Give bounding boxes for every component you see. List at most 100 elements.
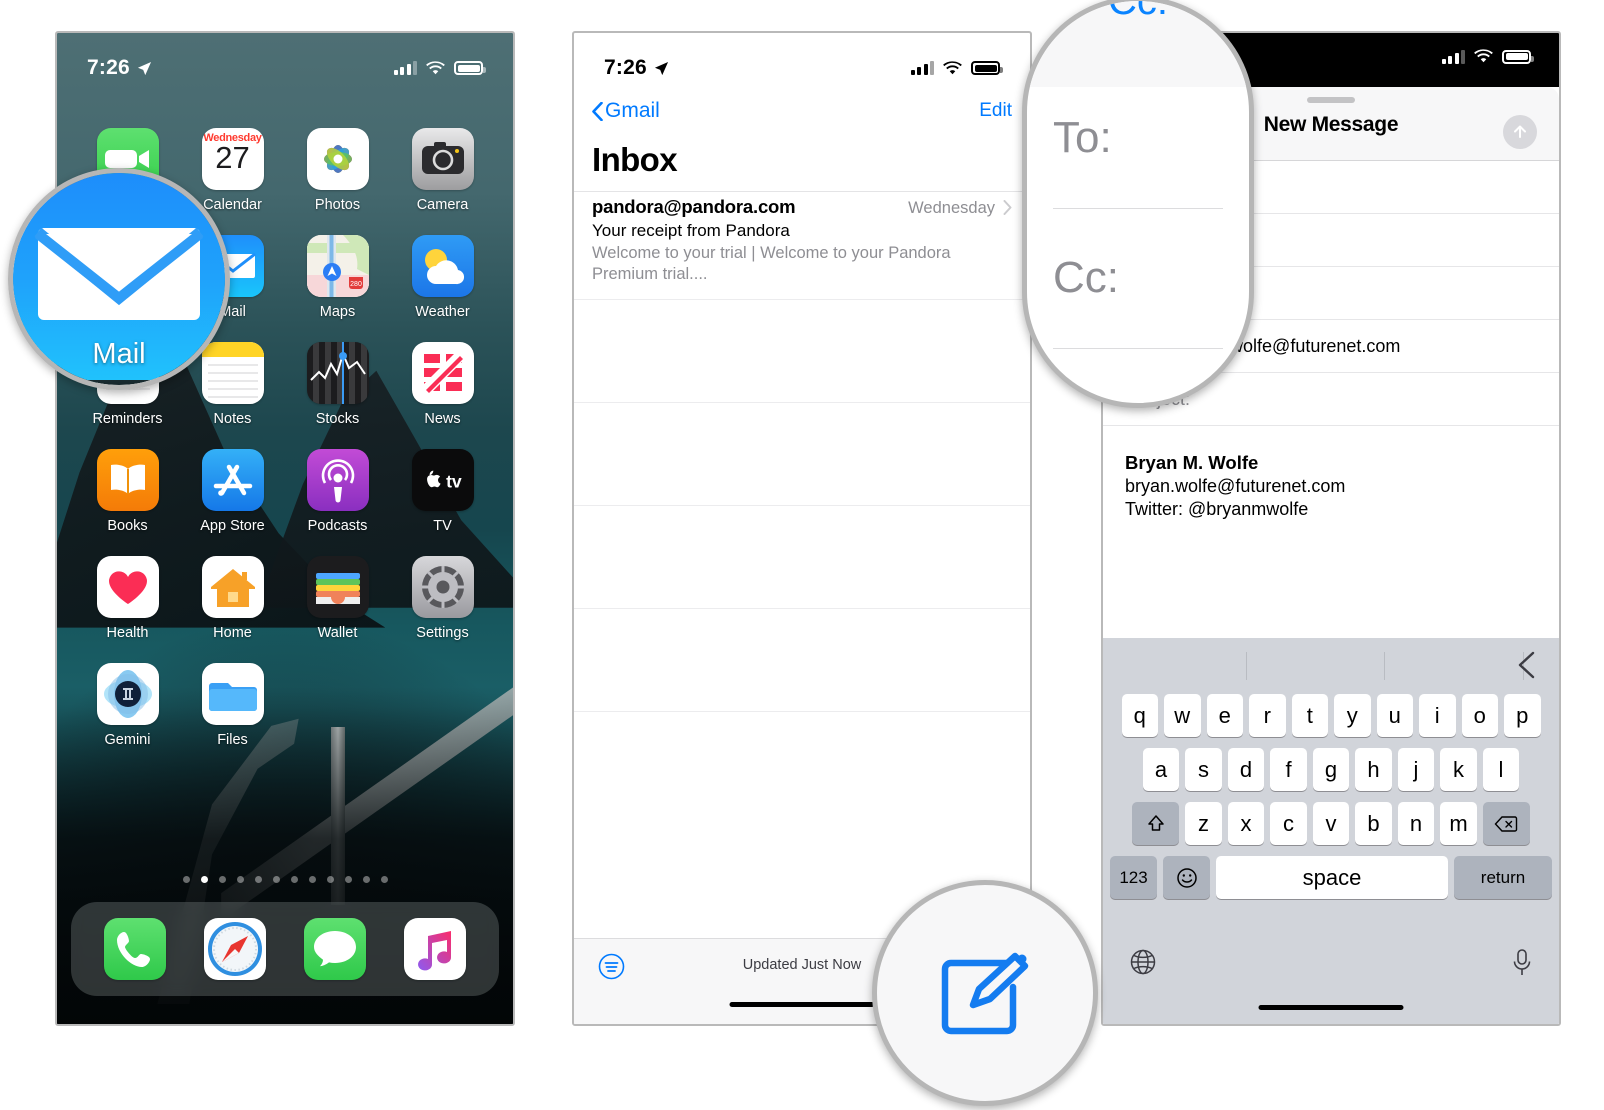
clock-time: 7:26 (87, 56, 130, 79)
compose-icon[interactable] (937, 945, 1033, 1041)
keyboard-row-3: z x c v b n m (1103, 802, 1559, 845)
messages-icon[interactable] (304, 918, 366, 980)
health-icon (96, 556, 159, 618)
key-x[interactable]: x (1227, 802, 1265, 845)
shift-key[interactable] (1132, 802, 1180, 845)
app-news[interactable]: News (390, 342, 495, 427)
return-key[interactable]: return (1454, 856, 1552, 899)
page-dot[interactable] (272, 876, 280, 883)
page-dot-active[interactable] (200, 876, 208, 883)
key-u[interactable]: u (1376, 694, 1413, 737)
app-health[interactable]: Health (75, 556, 180, 641)
key-d[interactable]: d (1227, 748, 1265, 791)
key-a[interactable]: a (1142, 748, 1180, 791)
send-arrow-up-icon (1514, 125, 1526, 138)
home-indicator (729, 1002, 875, 1007)
page-dot[interactable] (308, 876, 316, 883)
app-gemini[interactable]: Gemini (75, 663, 180, 748)
backspace-icon (1494, 815, 1518, 832)
key-o[interactable]: o (1461, 694, 1498, 737)
phone-icon[interactable] (104, 918, 166, 980)
status-bar: 7:26 (574, 33, 1030, 89)
key-m[interactable]: m (1440, 802, 1477, 845)
page-dot[interactable] (344, 876, 352, 883)
dock (71, 902, 499, 996)
status-bar-right (910, 60, 1003, 76)
page-dot[interactable] (326, 876, 334, 883)
app-stocks[interactable]: Stocks (285, 342, 390, 427)
back-button[interactable]: Gmail (592, 99, 660, 123)
page-dot[interactable] (182, 876, 190, 883)
safari-icon[interactable] (204, 918, 266, 980)
app-podcasts[interactable]: Podcasts (285, 449, 390, 534)
callout-cc-field[interactable]: Cc: (1053, 253, 1223, 349)
key-i[interactable]: i (1419, 694, 1456, 737)
signature-email: bryan.wolfe@futurenet.com (1125, 476, 1346, 496)
key-s[interactable]: s (1185, 748, 1222, 791)
clock-time: 7:26 (604, 56, 647, 79)
page-dots[interactable] (57, 876, 513, 883)
callout-cc-blue-label: Cc: (1108, 0, 1168, 23)
mail-inbox-screen: 7:26 Gmail Edit Inbox pandora@pandora.co… (574, 33, 1030, 1024)
key-c[interactable]: c (1270, 802, 1307, 845)
key-e[interactable]: e (1206, 694, 1243, 737)
app-wallet[interactable]: Wallet (285, 556, 390, 641)
cellular-bars-icon (393, 61, 417, 75)
app-maps[interactable]: 280 Maps (285, 235, 390, 320)
home-icon (201, 556, 264, 618)
key-z[interactable]: z (1185, 802, 1222, 845)
key-j[interactable]: j (1397, 748, 1435, 791)
key-p[interactable]: p (1504, 694, 1541, 737)
key-h[interactable]: h (1355, 748, 1392, 791)
key-y[interactable]: y (1334, 694, 1371, 737)
page-dot[interactable] (218, 876, 226, 883)
key-b[interactable]: b (1355, 802, 1392, 845)
callout-mail-background: Mail (13, 173, 225, 385)
app-weather[interactable]: Weather (390, 235, 495, 320)
page-dot[interactable] (290, 876, 298, 883)
page-dot[interactable] (380, 876, 388, 883)
numbers-key[interactable]: 123 (1110, 856, 1157, 899)
back-button-label: Gmail (605, 99, 660, 122)
sheet-grabber[interactable] (1307, 97, 1355, 103)
globe-icon[interactable] (1129, 948, 1157, 976)
page-dot[interactable] (362, 876, 370, 883)
microphone-icon[interactable] (1511, 948, 1533, 978)
key-v[interactable]: v (1312, 802, 1350, 845)
app-photos[interactable]: Photos (285, 128, 390, 213)
app-app-store[interactable]: App Store (180, 449, 285, 534)
space-key[interactable]: space (1216, 856, 1448, 899)
key-n[interactable]: n (1397, 802, 1435, 845)
key-f[interactable]: f (1270, 748, 1307, 791)
app-camera[interactable]: Camera (390, 128, 495, 213)
keyboard-row-4: 123 space return (1103, 856, 1559, 899)
key-t[interactable]: t (1291, 694, 1328, 737)
mail-list-item[interactable]: pandora@pandora.com Wednesday Your recei… (574, 191, 1030, 299)
key-r[interactable]: r (1249, 694, 1286, 737)
key-g[interactable]: g (1312, 748, 1350, 791)
status-bar-left: 7:26 (604, 56, 669, 80)
send-button[interactable] (1503, 115, 1537, 149)
page-dot[interactable] (236, 876, 244, 883)
key-q[interactable]: q (1121, 694, 1158, 737)
chevron-left-icon[interactable] (1515, 650, 1537, 680)
compose-body[interactable]: Bryan M. Wolfe bryan.wolfe@futurenet.com… (1103, 426, 1559, 520)
key-l[interactable]: l (1482, 748, 1520, 791)
key-w[interactable]: w (1164, 694, 1201, 737)
app-files[interactable]: Files (180, 663, 285, 748)
backspace-key[interactable] (1482, 802, 1530, 845)
app-label: News (424, 411, 461, 427)
edit-button[interactable]: Edit (979, 100, 1012, 122)
app-settings[interactable]: Settings (390, 556, 495, 641)
settings-icon (411, 556, 474, 618)
key-k[interactable]: k (1440, 748, 1477, 791)
music-icon[interactable] (404, 918, 466, 980)
wifi-icon (1474, 49, 1493, 63)
app-home[interactable]: Home (180, 556, 285, 641)
page-dot[interactable] (254, 876, 262, 883)
app-books[interactable]: Books (75, 449, 180, 534)
app-tv[interactable]: tv TV (390, 449, 495, 534)
emoji-key[interactable] (1163, 856, 1210, 899)
mail-date: Wednesday (908, 199, 995, 217)
callout-to-field[interactable]: To: (1053, 113, 1223, 209)
